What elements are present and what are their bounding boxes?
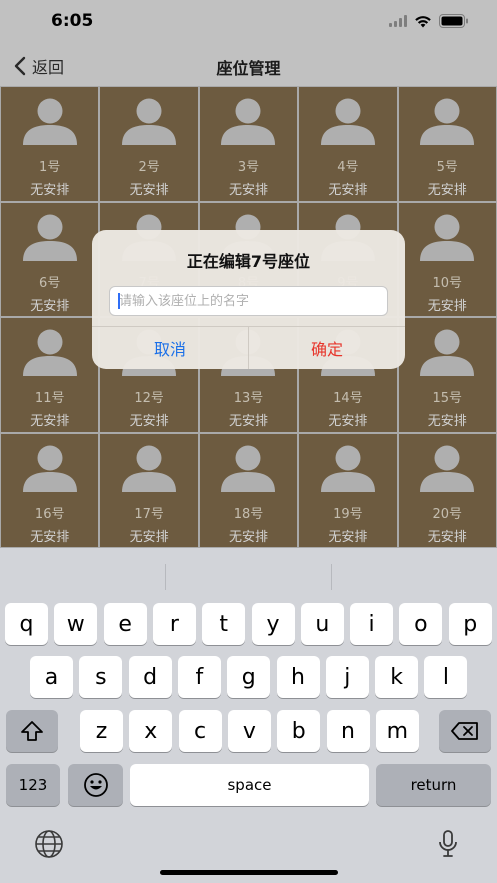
letter-key[interactable]: m bbox=[375, 710, 419, 752]
letter-key[interactable]: x bbox=[129, 710, 173, 752]
letter-key[interactable]: n bbox=[326, 710, 370, 752]
letter-key[interactable]: y bbox=[251, 603, 295, 645]
letter-key[interactable]: p bbox=[448, 603, 492, 645]
letter-key[interactable]: i bbox=[350, 603, 394, 645]
letter-key[interactable]: o bbox=[399, 603, 443, 645]
edit-seat-dialog: 正在编辑7号座位 取消 确定 bbox=[92, 230, 405, 369]
letter-key[interactable]: j bbox=[325, 656, 369, 698]
space-key[interactable]: space bbox=[130, 764, 369, 806]
letter-key[interactable]: t bbox=[202, 603, 246, 645]
letter-key[interactable]: u bbox=[300, 603, 344, 645]
letter-key[interactable]: s bbox=[79, 656, 123, 698]
letter-key[interactable]: b bbox=[277, 710, 321, 752]
letter-key[interactable]: l bbox=[424, 656, 468, 698]
seat-name-input[interactable] bbox=[109, 286, 388, 316]
dialog-title: 正在编辑7号座位 bbox=[186, 252, 311, 271]
letter-key[interactable]: f bbox=[177, 656, 221, 698]
letter-key[interactable]: g bbox=[227, 656, 271, 698]
letter-key[interactable]: a bbox=[30, 656, 73, 698]
letter-key[interactable]: c bbox=[178, 710, 222, 752]
shift-key[interactable] bbox=[6, 710, 58, 752]
letter-key[interactable]: d bbox=[128, 656, 172, 698]
letter-key[interactable]: k bbox=[375, 656, 419, 698]
confirm-button[interactable]: 确定 bbox=[249, 327, 405, 369]
return-key[interactable]: return bbox=[376, 764, 491, 806]
suggestion-divider bbox=[331, 564, 332, 590]
letter-key[interactable]: h bbox=[276, 656, 320, 698]
shift-icon bbox=[21, 721, 43, 741]
backspace-key[interactable] bbox=[439, 710, 491, 752]
letter-key[interactable]: r bbox=[152, 603, 196, 645]
backspace-icon bbox=[451, 722, 478, 740]
letter-key[interactable]: e bbox=[103, 603, 147, 645]
letter-key[interactable]: q bbox=[5, 603, 48, 645]
home-indicator bbox=[160, 870, 338, 875]
letter-key[interactable]: w bbox=[54, 603, 98, 645]
numbers-key[interactable]: 123 bbox=[6, 764, 60, 806]
globe-icon[interactable] bbox=[34, 829, 64, 859]
emoji-icon bbox=[83, 773, 108, 797]
keyboard: 123 space return qwertyuiop asdfghjkl zxcv… bbox=[0, 548, 497, 883]
letter-key[interactable]: v bbox=[227, 710, 271, 752]
cancel-button[interactable]: 取消 bbox=[92, 327, 248, 369]
letter-key[interactable]: z bbox=[80, 710, 123, 752]
text-caret bbox=[118, 293, 120, 309]
suggestion-divider bbox=[165, 564, 166, 590]
emoji-key[interactable] bbox=[68, 764, 123, 806]
microphone-icon[interactable] bbox=[437, 829, 459, 859]
